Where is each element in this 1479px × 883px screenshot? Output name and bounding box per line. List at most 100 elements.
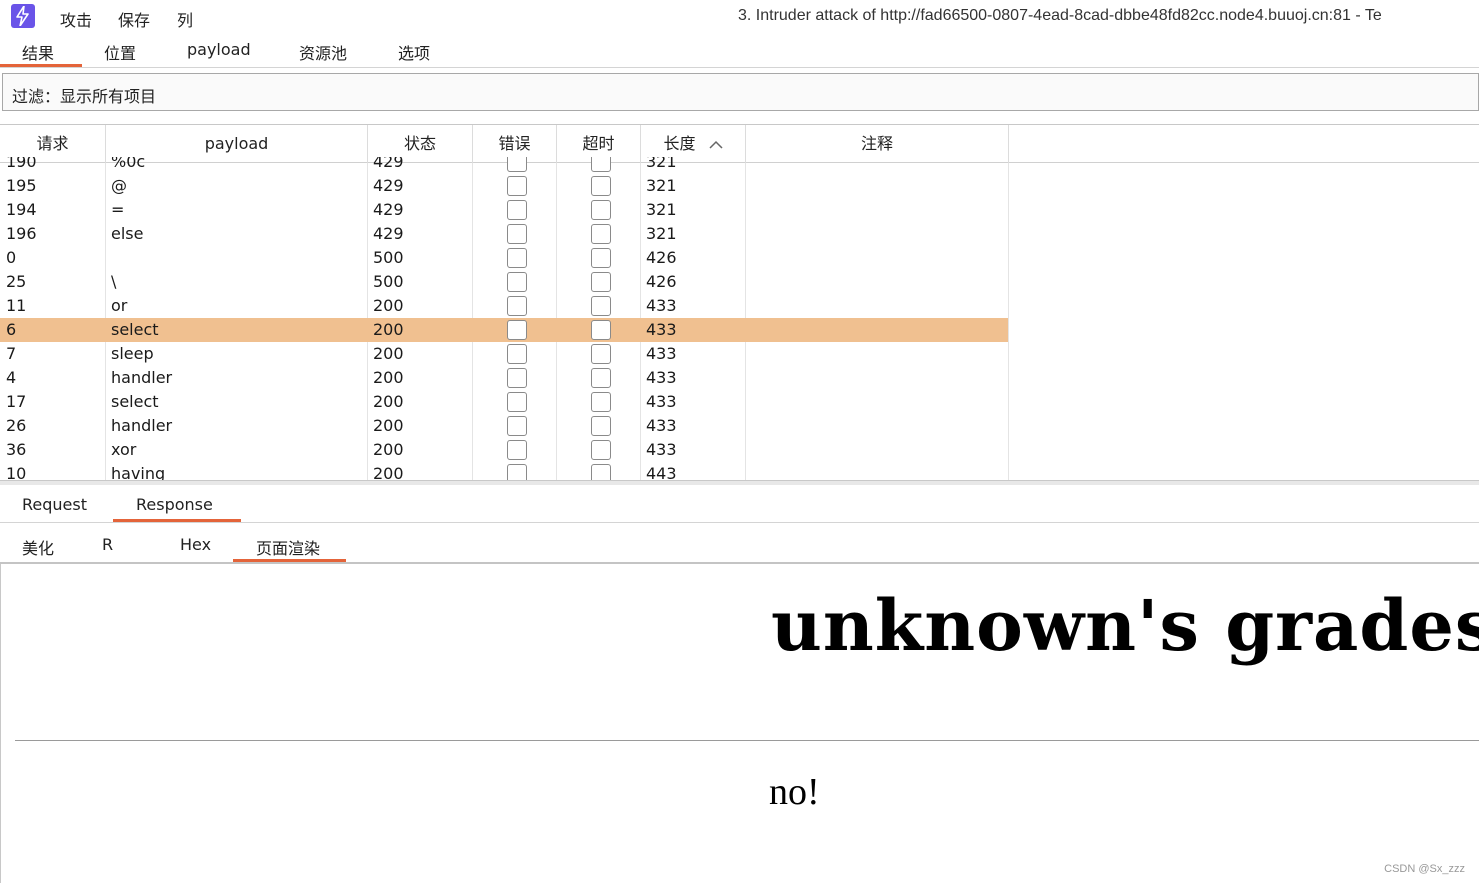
cell-length: 321 — [646, 176, 677, 195]
timeout-checkbox[interactable] — [591, 464, 611, 480]
cell-payload: sleep — [111, 344, 154, 363]
timeout-checkbox[interactable] — [591, 248, 611, 268]
timeout-checkbox[interactable] — [591, 176, 611, 196]
cell-length: 426 — [646, 272, 677, 291]
tab-raw[interactable]: R — [102, 535, 113, 554]
burp-app-icon — [11, 4, 35, 28]
rendered-message: no! — [769, 771, 820, 813]
cell-length: 321 — [646, 157, 677, 171]
error-checkbox[interactable] — [507, 224, 527, 244]
error-checkbox[interactable] — [507, 440, 527, 460]
filter-bar[interactable]: 过滤：显示所有项目 — [2, 73, 1479, 111]
view-tabs: 美化 R Hex 页面渲染 — [0, 523, 1479, 564]
message-tabs: Request Response — [0, 485, 1479, 523]
error-checkbox[interactable] — [507, 176, 527, 196]
cell-length: 433 — [646, 296, 677, 315]
filter-label: 过滤：显示所有项目 — [12, 87, 157, 106]
timeout-checkbox[interactable] — [591, 200, 611, 220]
table-row[interactable]: 17 select 200 433 — [0, 390, 1008, 414]
tab-hex[interactable]: Hex — [180, 535, 211, 554]
tab-request[interactable]: Request — [22, 495, 87, 514]
table-row[interactable]: 194 = 429 321 — [0, 198, 1008, 222]
timeout-checkbox[interactable] — [591, 296, 611, 316]
tab-resource-pool[interactable]: 资源池 — [299, 40, 347, 64]
table-row[interactable]: 26 handler 200 433 — [0, 414, 1008, 438]
error-checkbox[interactable] — [507, 368, 527, 388]
error-checkbox[interactable] — [507, 157, 527, 172]
tab-results[interactable]: 结果 — [22, 40, 54, 64]
tab-positions[interactable]: 位置 — [104, 40, 136, 64]
cell-payload: else — [111, 224, 144, 243]
cell-length: 443 — [646, 464, 677, 480]
timeout-checkbox[interactable] — [591, 392, 611, 412]
table-row[interactable]: 36 xor 200 433 — [0, 438, 1008, 462]
cell-request: 196 — [6, 224, 37, 243]
error-checkbox[interactable] — [507, 416, 527, 436]
error-checkbox[interactable] — [507, 320, 527, 340]
active-tab-indicator — [233, 559, 346, 562]
table-row[interactable]: 4 handler 200 433 — [0, 366, 1008, 390]
cell-status: 200 — [373, 368, 404, 387]
error-checkbox[interactable] — [507, 248, 527, 268]
error-checkbox[interactable] — [507, 392, 527, 412]
table-row[interactable]: 6 select 200 433 — [0, 318, 1008, 342]
table-row[interactable]: 25 \ 500 426 — [0, 270, 1008, 294]
cell-status: 200 — [373, 344, 404, 363]
tab-options[interactable]: 选项 — [398, 40, 430, 64]
table-row[interactable]: 7 sleep 200 433 — [0, 342, 1008, 366]
rendered-divider — [15, 740, 1479, 741]
timeout-checkbox[interactable] — [591, 416, 611, 436]
timeout-checkbox[interactable] — [591, 320, 611, 340]
timeout-checkbox[interactable] — [591, 368, 611, 388]
cell-request: 190 — [6, 157, 37, 171]
error-checkbox[interactable] — [507, 464, 527, 480]
cell-payload: select — [111, 320, 159, 339]
error-checkbox[interactable] — [507, 344, 527, 364]
table-row[interactable]: 0 500 426 — [0, 246, 1008, 270]
cell-request: 17 — [6, 392, 27, 411]
rendered-page: unknown's grades no! CSDN @Sx_zzz — [0, 564, 1479, 883]
error-checkbox[interactable] — [507, 200, 527, 220]
cell-length: 433 — [646, 344, 677, 363]
tab-render[interactable]: 页面渲染 — [256, 535, 320, 559]
timeout-checkbox[interactable] — [591, 440, 611, 460]
cell-status: 200 — [373, 416, 404, 435]
cell-request: 195 — [6, 176, 37, 195]
menu-bar: 攻击 保存 列 3. Intruder attack of http://fad… — [0, 0, 1479, 34]
table-row[interactable]: 10 having 200 443 — [0, 462, 1008, 480]
table-row[interactable]: 190 %0c 429 321 — [0, 157, 1008, 174]
cell-request: 7 — [6, 344, 17, 363]
cell-length: 433 — [646, 416, 677, 435]
tab-response[interactable]: Response — [136, 495, 213, 514]
cell-payload: %0c — [111, 157, 146, 171]
cell-request: 6 — [6, 320, 17, 339]
cell-status: 429 — [373, 176, 404, 195]
error-checkbox[interactable] — [507, 296, 527, 316]
cell-status: 200 — [373, 392, 404, 411]
cell-request: 36 — [6, 440, 27, 459]
table-row[interactable]: 196 else 429 321 — [0, 222, 1008, 246]
timeout-checkbox[interactable] — [591, 224, 611, 244]
cell-payload: having — [111, 464, 166, 480]
watermark: CSDN @Sx_zzz — [1384, 863, 1465, 875]
tab-pretty[interactable]: 美化 — [22, 535, 54, 559]
error-checkbox[interactable] — [507, 272, 527, 292]
menu-save[interactable]: 保存 — [118, 7, 150, 31]
timeout-checkbox[interactable] — [591, 272, 611, 292]
cell-payload: or — [111, 296, 128, 315]
menu-columns[interactable]: 列 — [177, 7, 193, 31]
menu-attack[interactable]: 攻击 — [60, 7, 92, 31]
timeout-checkbox[interactable] — [591, 157, 611, 172]
cell-status: 500 — [373, 248, 404, 267]
active-tab-indicator — [0, 64, 82, 67]
cell-request: 194 — [6, 200, 37, 219]
cell-payload: handler — [111, 368, 173, 387]
table-row[interactable]: 195 @429 321 — [0, 174, 1008, 198]
timeout-checkbox[interactable] — [591, 344, 611, 364]
table-row[interactable]: 11 or 200 433 — [0, 294, 1008, 318]
cell-request: 10 — [6, 464, 27, 480]
tab-payload[interactable]: payload — [187, 40, 251, 59]
cell-length: 321 — [646, 224, 677, 243]
cell-payload: = — [111, 200, 125, 219]
table-body: 190 %0c 429 321 195 @429 321 194 = 429 321 196 else 4… — [0, 157, 1479, 480]
